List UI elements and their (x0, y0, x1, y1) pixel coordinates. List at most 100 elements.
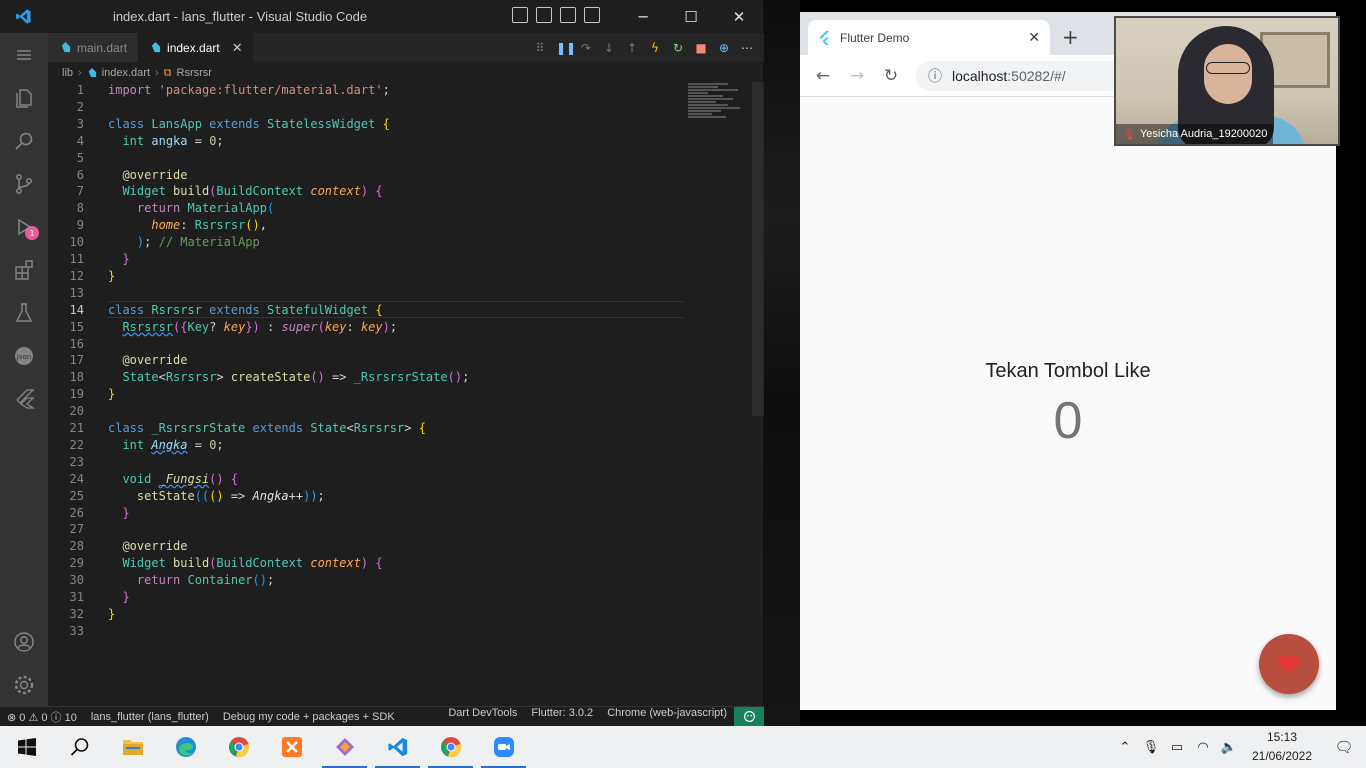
flutter-version-item[interactable]: Flutter: 3.0.2 (524, 707, 600, 727)
customize-layout-icon[interactable] (584, 7, 600, 23)
code-line[interactable]: 25 setState((() => Angka++)); (48, 488, 688, 505)
code-line[interactable]: 31 } (48, 589, 688, 606)
app-diamond-icon[interactable] (318, 726, 371, 768)
microphone-icon[interactable]: 🎙 (1138, 740, 1164, 755)
devtools-icon[interactable]: ⊕ (717, 41, 731, 55)
code-line[interactable]: 12} (48, 268, 688, 285)
minimap[interactable] (688, 82, 750, 142)
tab-main-dart[interactable]: main.dart (48, 33, 139, 62)
code-line[interactable]: 14 class Rsrsrsr extends StatefulWidget { (48, 302, 688, 319)
restart-icon[interactable]: ↻ (671, 41, 685, 55)
code-line[interactable]: 9 home: Rsrsrsr(), (48, 217, 688, 234)
maximize-button[interactable]: ☐ (667, 0, 715, 33)
minimize-button[interactable]: ─ (619, 0, 667, 33)
edge-browser-icon[interactable] (159, 726, 212, 768)
code-line[interactable]: 1 import 'package:flutter/material.dart'; (48, 82, 688, 99)
close-tab-icon[interactable]: ✕ (1028, 29, 1040, 46)
video-call-tile[interactable]: 🎙 Yesicha Audria_19200020 (1114, 16, 1340, 146)
code-line[interactable]: 21 class _RsrsrsrState extends State<Rsrs… (48, 420, 688, 437)
toggle-sidebar-icon[interactable] (512, 7, 528, 23)
new-tab-icon[interactable]: + (1062, 25, 1079, 49)
code-line[interactable]: 30 return Container(); (48, 572, 688, 589)
search-icon[interactable] (0, 119, 48, 162)
code-line[interactable]: 23 (48, 454, 688, 471)
code-line[interactable]: 17 @override (48, 352, 688, 369)
code-line[interactable]: 18 State<Rsrsrsr> createState() => _Rsrs… (48, 369, 688, 386)
remote-feedback-icon[interactable] (734, 706, 764, 727)
zoom-icon[interactable] (477, 726, 530, 768)
toggle-secondary-sidebar-icon[interactable] (560, 7, 576, 23)
site-info-icon[interactable]: ⓘ (928, 66, 942, 86)
code-line[interactable]: 11 } (48, 251, 688, 268)
code-line[interactable]: 32} (48, 606, 688, 623)
close-window-button[interactable]: ✕ (715, 0, 763, 33)
testing-icon[interactable] (0, 291, 48, 334)
step-out-icon[interactable]: ↑ (625, 41, 639, 55)
code-line[interactable]: 7 Widget build(BuildContext context) { (48, 183, 688, 200)
breadcrumb-item[interactable]: Rsrsrsr (177, 67, 212, 79)
start-button-icon[interactable] (0, 726, 53, 768)
forward-arrow-icon[interactable]: → (848, 66, 866, 86)
file-explorer-icon[interactable] (106, 726, 159, 768)
code-line[interactable]: 20 (48, 403, 688, 420)
code-line[interactable]: 15 Rsrsrsr({Key? key}) : super(key: key)… (48, 319, 688, 336)
flutter-icon[interactable] (0, 377, 48, 420)
step-over-icon[interactable]: ↷ (579, 41, 593, 55)
reload-icon[interactable]: ↻ (882, 66, 900, 86)
more-actions-icon[interactable]: ⋯ (740, 41, 754, 55)
code-line[interactable]: 24 void _Fungsi() { (48, 471, 688, 488)
code-line[interactable]: 28 @override (48, 538, 688, 555)
battery-icon[interactable]: ▭ (1164, 740, 1190, 755)
menu-icon[interactable] (0, 33, 48, 76)
drag-handle-icon[interactable]: ⠿ (533, 41, 547, 55)
code-line[interactable]: 3 class LansApp extends StatelessWidget { (48, 116, 688, 133)
accounts-icon[interactable] (0, 620, 48, 663)
chevron-up-icon[interactable]: ⌃ (1112, 740, 1138, 755)
back-arrow-icon[interactable]: ← (814, 66, 832, 86)
json-icon[interactable]: Json (0, 334, 48, 377)
settings-gear-icon[interactable] (0, 663, 48, 706)
code-line[interactable]: 29 Widget build(BuildContext context) { (48, 555, 688, 572)
vscode-taskbar-icon[interactable] (371, 726, 424, 768)
code-line[interactable]: 19} (48, 386, 688, 403)
code-line[interactable]: 27 (48, 521, 688, 538)
debug-mode-indicator[interactable]: Debug my code + packages + SDK (216, 711, 402, 723)
like-button[interactable] (1259, 634, 1319, 694)
search-icon[interactable] (53, 726, 106, 768)
toggle-panel-icon[interactable] (536, 7, 552, 23)
wifi-icon[interactable]: ◠ (1190, 740, 1216, 755)
extensions-icon[interactable] (0, 248, 48, 291)
code-line[interactable]: 8 return MaterialApp( (48, 200, 688, 217)
device-item[interactable]: Chrome (web-javascript) (600, 707, 734, 727)
code-line[interactable]: 2 (48, 99, 688, 116)
chrome-icon[interactable] (424, 726, 477, 768)
pause-icon[interactable]: ❚❚ (556, 41, 576, 55)
run-debug-icon[interactable]: 1 (0, 205, 48, 248)
problems-indicator[interactable]: ⊗ 0 ⚠ 0 ⓘ 10 (0, 709, 84, 725)
volume-icon[interactable]: 🔈 (1216, 740, 1242, 755)
editor-scrollbar[interactable] (752, 82, 764, 416)
hot-reload-icon[interactable]: ϟ (648, 41, 662, 55)
code-line[interactable]: 6 @override (48, 167, 688, 184)
dart-devtools-item[interactable]: Dart DevTools (441, 707, 524, 727)
code-line[interactable]: 22 int Angka = 0; (48, 437, 688, 454)
clock[interactable]: 15:13 21/06/2022 (1242, 728, 1322, 766)
code-line[interactable]: 16 (48, 336, 688, 353)
close-tab-icon[interactable]: ✕ (232, 40, 243, 56)
tab-index-dart[interactable]: index.dart ✕ (138, 33, 254, 62)
code-line[interactable]: 5 (48, 150, 688, 167)
breadcrumb-item[interactable]: lib (62, 67, 73, 79)
source-control-icon[interactable] (0, 162, 48, 205)
explorer-icon[interactable] (0, 76, 48, 119)
breadcrumb-item[interactable]: index.dart (102, 67, 150, 79)
code-editor[interactable]: 1 import 'package:flutter/material.dart';… (48, 82, 688, 706)
code-line[interactable]: 4 int angka = 0; (48, 133, 688, 150)
code-line[interactable]: 33 (48, 623, 688, 640)
chrome-icon[interactable] (212, 726, 265, 768)
xampp-icon[interactable] (265, 726, 318, 768)
project-indicator[interactable]: lans_flutter (lans_flutter) (84, 711, 216, 723)
code-line[interactable]: 26 } (48, 505, 688, 522)
code-line[interactable]: 13 (48, 285, 688, 302)
code-line[interactable]: 10 ); // MaterialApp (48, 234, 688, 251)
notifications-icon[interactable]: 🗨 (1322, 738, 1366, 756)
